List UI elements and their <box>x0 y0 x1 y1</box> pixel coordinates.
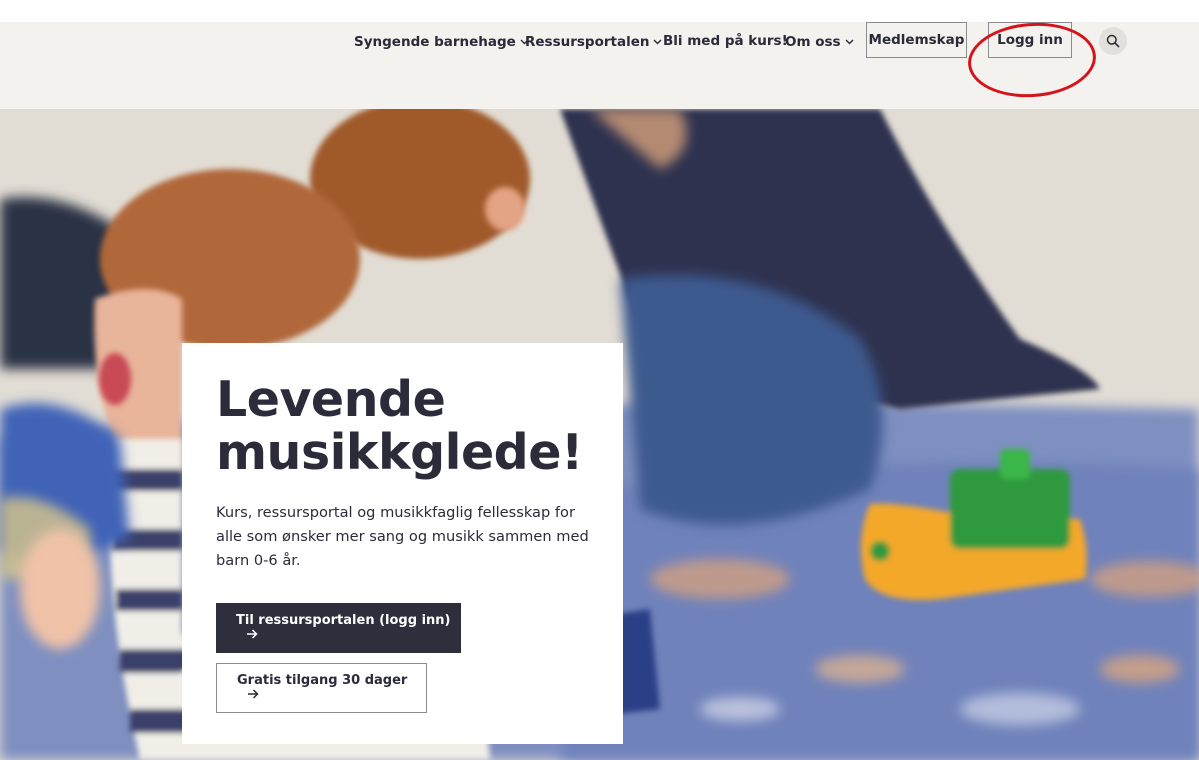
membership-button[interactable]: Medlemskap <box>866 22 967 58</box>
login-button[interactable]: Logg inn <box>988 22 1072 58</box>
nav-item-label: Syngende barnehage <box>354 34 516 50</box>
nav-item-ressursportalen[interactable]: Ressursportalen <box>525 32 662 50</box>
hero-title: Levende musikkglede! <box>216 373 606 479</box>
arrow-right-icon <box>247 688 259 703</box>
arrow-right-icon <box>246 628 258 643</box>
chevron-down-icon <box>845 32 854 50</box>
nav-item-om-oss[interactable]: Om oss <box>785 32 854 50</box>
chevron-down-icon <box>653 32 662 50</box>
hero-title-line1: Levende <box>216 371 446 428</box>
resource-portal-login-label: Til ressursportalen (logg inn) <box>236 613 451 628</box>
main-nav: Syngende barnehage Ressursportalen Bli m… <box>0 22 1199 58</box>
search-button[interactable] <box>1099 27 1127 55</box>
hero-section: Levende musikkglede! Kurs, ressursportal… <box>0 109 1199 760</box>
free-trial-label: Gratis tilgang 30 dager <box>237 673 408 688</box>
nav-item-label: Bli med på kurs! <box>663 33 788 49</box>
site-header: Syngende barnehage Ressursportalen Bli m… <box>0 18 1199 109</box>
nav-item-bli-med-pa-kurs[interactable]: Bli med på kurs! <box>663 32 788 50</box>
top-strip <box>0 0 1199 22</box>
hero-title-line2: musikkglede! <box>216 424 583 481</box>
free-trial-button[interactable]: Gratis tilgang 30 dager <box>216 663 427 713</box>
nav-item-syngende-barnehage[interactable]: Syngende barnehage <box>354 32 529 50</box>
nav-item-label: Ressursportalen <box>525 34 650 50</box>
hero-card: Levende musikkglede! Kurs, ressursportal… <box>182 343 623 744</box>
hero-description: Kurs, ressursportal og musikkfaglig fell… <box>216 504 589 569</box>
nav-item-label: Om oss <box>785 34 841 50</box>
resource-portal-login-button[interactable]: Til ressursportalen (logg inn) <box>216 603 461 653</box>
